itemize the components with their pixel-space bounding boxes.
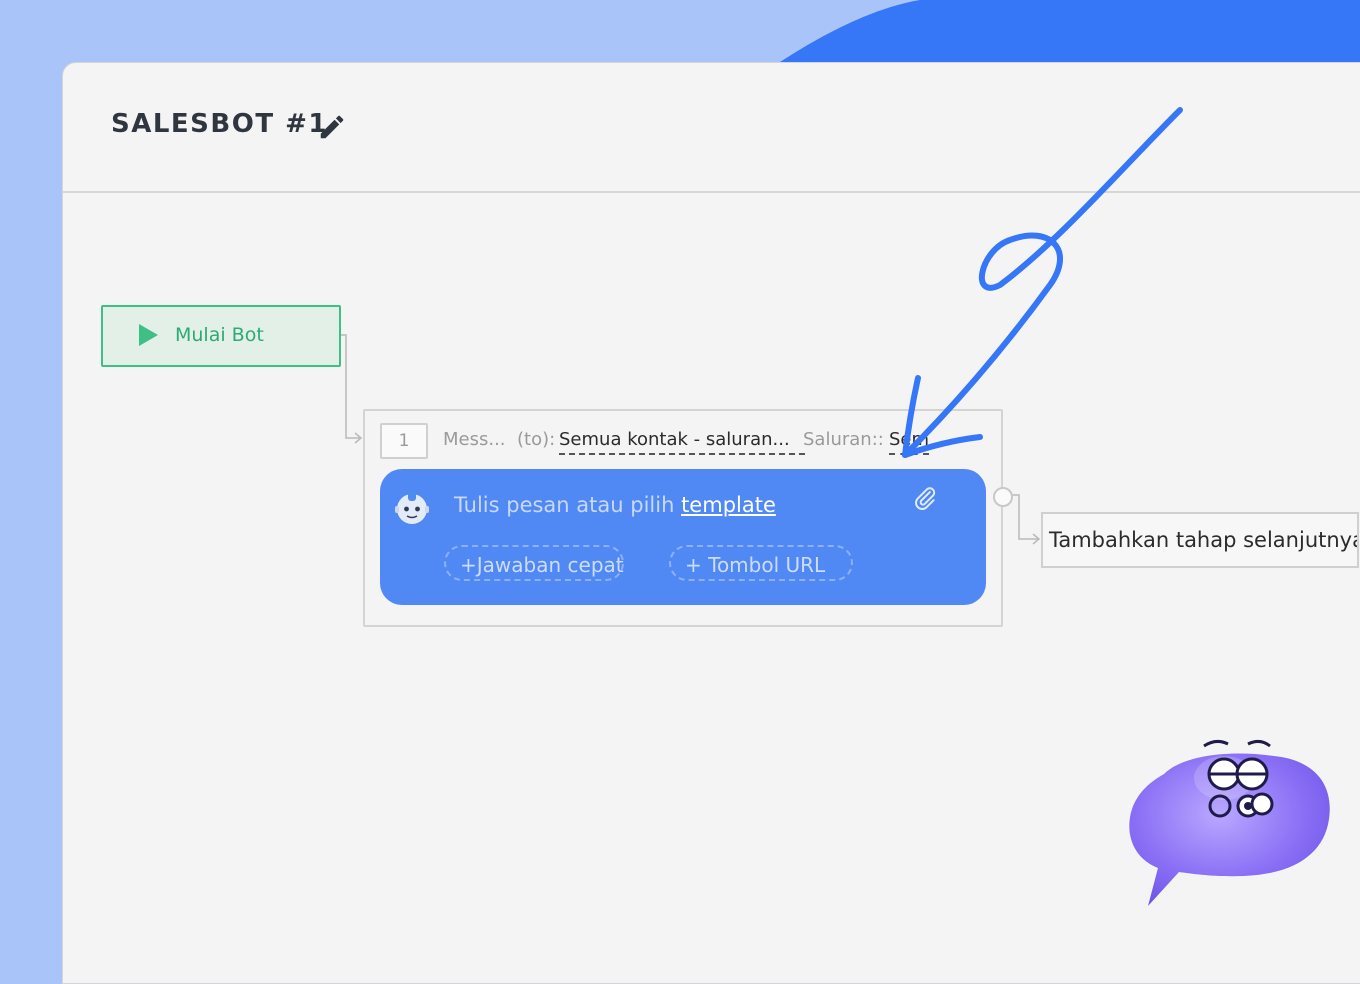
play-icon (139, 324, 158, 346)
channel-label: Saluran:: (803, 429, 884, 450)
plus-icon: + (685, 553, 709, 577)
step-number: 1 (380, 423, 428, 459)
to-label: (to): (517, 429, 556, 450)
paperclip-icon[interactable] (912, 485, 938, 511)
message-placeholder: Tulis pesan atau pilih (454, 493, 675, 517)
channel-select[interactable]: Semua (889, 429, 929, 455)
start-node-label: Mulai Bot (175, 324, 264, 346)
add-next-step-node[interactable]: Tambahkan tahap selanjutnya (1041, 512, 1359, 568)
message-step[interactable]: 1 Mess... (to): Semua kontak - saluran..… (363, 409, 1003, 627)
step-type: Mess... (443, 429, 506, 450)
add-quick-reply-button[interactable]: +Jawaban cepat (444, 545, 624, 581)
url-button-label: Tombol URL (708, 553, 826, 577)
quick-reply-label: Jawaban cepat (476, 553, 624, 577)
to-recipient-select[interactable]: Semua kontak - saluran... (559, 429, 805, 455)
output-port[interactable] (993, 487, 1013, 507)
plus-icon: + (460, 553, 477, 577)
message-input[interactable]: Tulis pesan atau pilih template (454, 493, 776, 517)
bot-avatar-icon (395, 491, 429, 524)
add-url-button[interactable]: + Tombol URL (669, 545, 853, 581)
start-bot-node[interactable]: Mulai Bot (101, 305, 341, 367)
message-bubble[interactable]: Tulis pesan atau pilih template +Jawaban… (380, 469, 986, 605)
mascot-chat-bubble (1129, 739, 1330, 906)
template-link[interactable]: template (681, 493, 776, 517)
